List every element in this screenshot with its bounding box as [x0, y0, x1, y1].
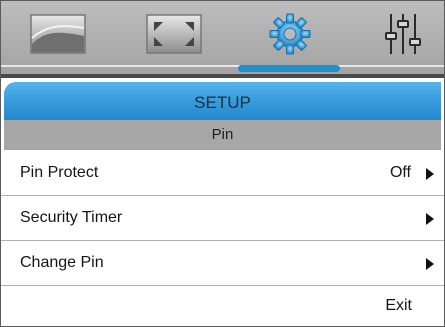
arrow-right-icon: [426, 258, 434, 270]
display-icon: [146, 14, 202, 54]
tab-setup[interactable]: [258, 9, 322, 59]
menu-item-label: Change Pin: [20, 254, 104, 271]
menu-item-label: Pin Protect: [20, 164, 99, 181]
menu-header: SETUP: [4, 82, 441, 120]
menu-title: SETUP: [194, 93, 251, 112]
active-tab-indicator: [238, 65, 340, 72]
menu-item-pin-protect[interactable]: Pin Protect Off: [1, 151, 444, 196]
tab-display[interactable]: [142, 9, 206, 59]
menu-tab-bar: [1, 1, 444, 74]
tab-bar-border: [1, 74, 444, 78]
audio-equalizer-icon: [385, 14, 421, 54]
setup-gear-icon: [269, 13, 311, 55]
menu-item-change-pin[interactable]: Change Pin: [1, 241, 444, 286]
submenu-header: Pin: [4, 120, 441, 150]
exit-label: Exit: [385, 297, 412, 314]
exit-button[interactable]: Exit: [1, 286, 444, 326]
tab-bar-divider: [1, 65, 444, 67]
tab-picture[interactable]: [26, 9, 90, 59]
tab-audio[interactable]: [371, 9, 435, 59]
arrow-right-icon: [426, 213, 434, 225]
picture-icon: [30, 14, 86, 54]
menu-item-security-timer[interactable]: Security Timer: [1, 196, 444, 241]
osd-menu: SETUP Pin Pin Protect Off Security Timer…: [0, 0, 445, 327]
menu-item-value: Off: [389, 164, 411, 181]
menu-item-label: Security Timer: [20, 209, 123, 226]
submenu-title: Pin: [211, 126, 234, 143]
arrow-right-icon: [426, 168, 434, 180]
